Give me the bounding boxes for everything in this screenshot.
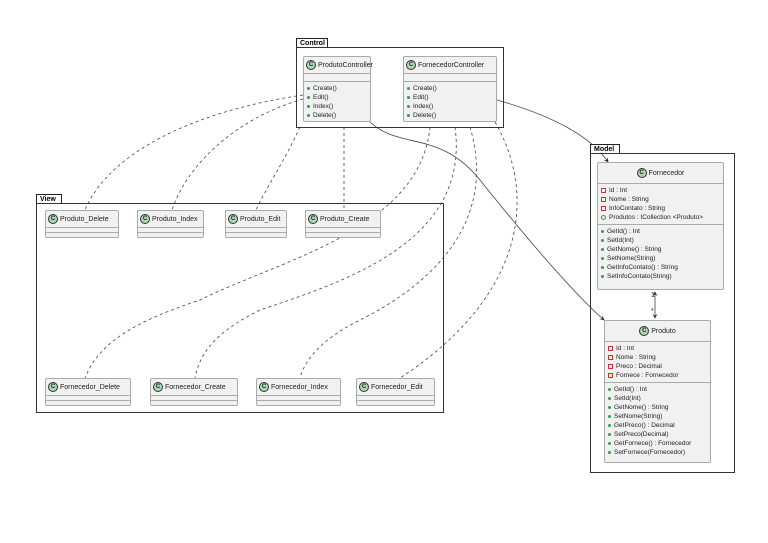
class-icon: C [48,382,58,392]
class-produto-index[interactable]: C Produto_Index [137,210,204,238]
class-icon: C [639,326,650,336]
class-icon: C [636,168,647,178]
method: GetFornece() : Fornecedor [608,439,707,448]
method: Delete() [307,111,367,120]
class-fornecedor-delete[interactable]: C Fornecedor_Delete [45,378,131,406]
class-name: Fornecedor [648,169,685,177]
class-icon: C [308,214,318,224]
method: GetId() : Int [601,227,720,236]
class-icon: C [406,60,416,70]
methods-section: GetId() : Int SetId(Int) GetNome() : Str… [598,224,723,283]
package-tab-control: Control [296,38,328,47]
class-produtocontroller[interactable]: C ProdutoController Create() Edit() Index… [303,56,373,122]
attributes-section: Id : Int Nome : String Preco : Decimal F… [605,341,710,382]
method: SetInfoContato(String) [601,272,720,281]
method: Delete() [407,111,493,120]
class-icon: C [228,214,238,224]
method: Index() [307,102,367,111]
class-fornecedor-index[interactable]: C Fornecedor_Index [256,378,341,406]
dependency-produto-delete [84,94,304,211]
class-icon: C [359,382,369,392]
attribute: Produtos : ICollection <Produto> [601,213,720,222]
method: SetPreco(Decimal) [608,430,707,439]
dependency-produto-index [171,98,304,211]
method: Create() [407,84,493,93]
class-icon: C [153,382,163,392]
class-name: Fornecedor_Edit [371,383,423,391]
method: SetFornece(Fornecedor) [608,448,707,457]
methods-section: Create() Edit() Index() Delete() [304,81,370,122]
class-name: ProdutoController [318,61,373,69]
uml-class-diagram: Control C ProdutoController Create() Edit… [0,0,768,543]
attribute: InfoContato : String [601,204,720,213]
class-name: FornecedorController [418,61,485,69]
class-name: Fornecedor_Create [165,383,226,391]
attribute: Nome : String [608,353,707,362]
attributes-section: Id : Int Nome : String InfoContato : Str… [598,183,723,224]
class-name: Fornecedor_Delete [60,383,120,391]
method: SetNome(String) [601,254,720,263]
method: GetNome() : String [608,403,707,412]
method: SetNome(String) [608,412,707,421]
class-name: Fornecedor_Index [271,383,328,391]
class-produto[interactable]: C Produto Id : Int Nome : String Preco : … [604,320,711,463]
attribute: Preco : Decimal [608,362,707,371]
method: Edit() [307,93,367,102]
class-icon: C [140,214,150,224]
method: SetId(Int) [608,394,707,403]
class-produto-delete[interactable]: C Produto_Delete [45,210,119,238]
attribute: Id : Int [608,344,707,353]
class-produto-edit[interactable]: C Produto_Edit [225,210,287,238]
attributes-section [304,73,370,81]
dependency-produto-edit [255,126,301,211]
method: GetInfoContato() : String [601,263,720,272]
methods-section: GetId() : Int SetId(Int) GetNome() : Str… [605,382,710,459]
class-icon: C [48,214,58,224]
multiplicity-produto: * [651,308,654,315]
method: SetId(Int) [601,236,720,245]
class-icon: C [306,60,316,70]
class-fornecedorcontroller[interactable]: C FornecedorController Create() Edit() In… [403,56,497,122]
method: Edit() [407,93,493,102]
method: GetPreco() : Decimal [608,421,707,430]
class-name: Produto_Edit [240,215,281,223]
class-name: Produto_Create [320,215,370,223]
class-name: Produto_Delete [60,215,109,223]
class-name: Produto [651,327,676,335]
class-produto-create[interactable]: C Produto_Create [305,210,381,238]
package-tab-view: View [36,194,62,203]
class-fornecedor-create[interactable]: C Fornecedor_Create [150,378,238,406]
class-fornecedor[interactable]: C Fornecedor Id : Int Nome : String InfoC… [597,162,724,290]
multiplicity-fornecedor: 1 [651,292,655,299]
method: GetId() : Int [608,385,707,394]
method: Index() [407,102,493,111]
class-icon: C [259,382,269,392]
attribute: Nome : String [601,195,720,204]
attribute: Id : Int [601,186,720,195]
method: Create() [307,84,367,93]
attribute: Fornece : Fornecedor [608,371,707,380]
method: GetNome() : String [601,245,720,254]
class-name: Produto_Index [152,215,198,223]
package-tab-model: Model [590,144,620,153]
attributes-section [404,73,496,81]
methods-section: Create() Edit() Index() Delete() [404,81,496,122]
class-fornecedor-edit[interactable]: C Fornecedor_Edit [356,378,435,406]
